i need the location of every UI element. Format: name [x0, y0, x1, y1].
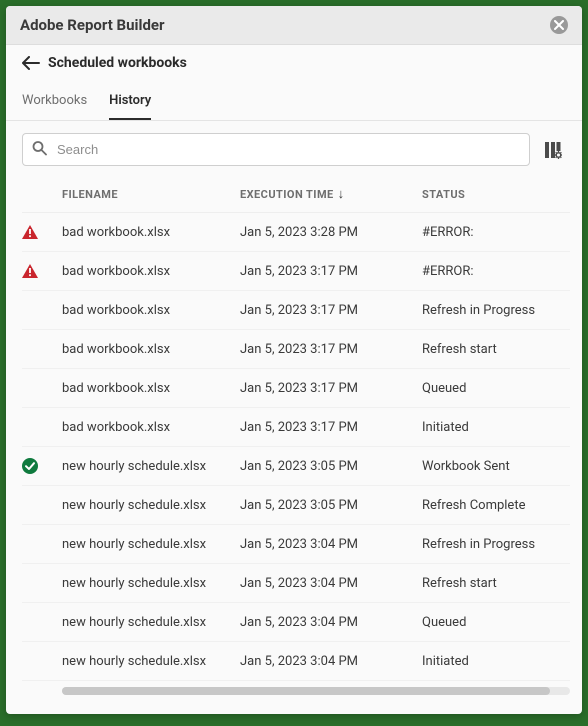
row-execution-time: Jan 5, 2023 3:17 PM — [240, 303, 422, 318]
alert-triangle-icon — [22, 264, 38, 278]
search-icon — [32, 140, 47, 159]
row-execution-time: Jan 5, 2023 3:17 PM — [240, 342, 422, 357]
row-execution-time: Jan 5, 2023 3:04 PM — [240, 576, 422, 591]
row-execution-time: Jan 5, 2023 3:17 PM — [240, 264, 422, 279]
sort-descending-icon: ↓ — [338, 186, 345, 202]
table-body: bad workbook.xlsxJan 5, 2023 3:28 PM#ERR… — [22, 213, 570, 681]
row-status-icon — [22, 264, 62, 278]
row-status: Refresh start — [422, 342, 570, 357]
row-filename: new hourly schedule.xlsx — [62, 498, 240, 513]
back-button[interactable] — [22, 56, 40, 70]
row-execution-time: Jan 5, 2023 3:04 PM — [240, 537, 422, 552]
row-filename: bad workbook.xlsx — [62, 225, 240, 240]
history-table: FILENAME EXECUTION TIME ↓ STATUS bad wor… — [6, 178, 582, 714]
row-status: Refresh start — [422, 576, 570, 591]
table-header-row: FILENAME EXECUTION TIME ↓ STATUS — [22, 178, 570, 213]
table-row[interactable]: new hourly schedule.xlsxJan 5, 2023 3:05… — [22, 486, 570, 525]
row-filename: new hourly schedule.xlsx — [62, 537, 240, 552]
horizontal-scrollbar-thumb[interactable] — [62, 687, 550, 695]
row-filename: bad workbook.xlsx — [62, 420, 240, 435]
toolbar — [6, 121, 582, 178]
row-filename: bad workbook.xlsx — [62, 381, 240, 396]
table-row[interactable]: bad workbook.xlsxJan 5, 2023 3:17 PMQueu… — [22, 369, 570, 408]
row-filename: new hourly schedule.xlsx — [62, 576, 240, 591]
search-field — [22, 133, 530, 166]
column-header-execution-time-label: EXECUTION TIME — [240, 188, 334, 201]
column-header-execution-time[interactable]: EXECUTION TIME ↓ — [240, 186, 422, 202]
row-status: Refresh in Progress — [422, 303, 570, 318]
table-row[interactable]: bad workbook.xlsxJan 5, 2023 3:17 PMRefr… — [22, 330, 570, 369]
search-input[interactable] — [22, 133, 530, 166]
checkmark-circle-icon — [22, 458, 38, 474]
arrow-left-icon — [22, 56, 40, 70]
table-row[interactable]: bad workbook.xlsxJan 5, 2023 3:17 PMRefr… — [22, 291, 570, 330]
horizontal-scrollbar[interactable] — [62, 687, 570, 695]
tabs: Workbooks History — [6, 85, 582, 121]
table-row[interactable]: bad workbook.xlsxJan 5, 2023 3:17 PM#ERR… — [22, 252, 570, 291]
row-filename: bad workbook.xlsx — [62, 342, 240, 357]
row-execution-time: Jan 5, 2023 3:04 PM — [240, 615, 422, 630]
table-row[interactable]: new hourly schedule.xlsxJan 5, 2023 3:04… — [22, 564, 570, 603]
row-filename: new hourly schedule.xlsx — [62, 654, 240, 669]
column-header-filename[interactable]: FILENAME — [62, 188, 240, 201]
close-icon — [554, 20, 564, 30]
column-settings-button[interactable] — [540, 137, 566, 163]
window-title: Adobe Report Builder — [20, 16, 165, 34]
row-status-icon — [22, 458, 62, 474]
table-row[interactable]: new hourly schedule.xlsxJan 5, 2023 3:04… — [22, 642, 570, 681]
row-status: Initiated — [422, 420, 570, 435]
row-filename: new hourly schedule.xlsx — [62, 615, 240, 630]
column-header-status[interactable]: STATUS — [422, 188, 570, 201]
row-status: #ERROR: — [422, 264, 570, 279]
titlebar: Adobe Report Builder — [6, 6, 582, 45]
table-row[interactable]: new hourly schedule.xlsxJan 5, 2023 3:05… — [22, 447, 570, 486]
tab-workbooks[interactable]: Workbooks — [22, 85, 87, 120]
row-status: Refresh Complete — [422, 498, 570, 513]
row-status: Queued — [422, 615, 570, 630]
row-filename: new hourly schedule.xlsx — [62, 459, 240, 474]
row-status: Initiated — [422, 654, 570, 669]
panel: Adobe Report Builder Scheduled workbooks… — [6, 6, 582, 714]
table-row[interactable]: bad workbook.xlsxJan 5, 2023 3:28 PM#ERR… — [22, 213, 570, 252]
row-status-icon — [22, 225, 62, 239]
table-row[interactable]: new hourly schedule.xlsxJan 5, 2023 3:04… — [22, 525, 570, 564]
row-execution-time: Jan 5, 2023 3:17 PM — [240, 381, 422, 396]
close-button[interactable] — [550, 16, 568, 34]
row-filename: bad workbook.xlsx — [62, 264, 240, 279]
row-execution-time: Jan 5, 2023 3:05 PM — [240, 498, 422, 513]
row-status: Workbook Sent — [422, 459, 570, 474]
row-execution-time: Jan 5, 2023 3:04 PM — [240, 654, 422, 669]
table-row[interactable]: bad workbook.xlsxJan 5, 2023 3:17 PMInit… — [22, 408, 570, 447]
row-status: Refresh in Progress — [422, 537, 570, 552]
column-settings-icon — [544, 141, 562, 159]
row-status: #ERROR: — [422, 225, 570, 240]
page-header: Scheduled workbooks — [6, 45, 582, 77]
alert-triangle-icon — [22, 225, 38, 239]
row-execution-time: Jan 5, 2023 3:17 PM — [240, 420, 422, 435]
row-execution-time: Jan 5, 2023 3:28 PM — [240, 225, 422, 240]
row-status: Queued — [422, 381, 570, 396]
row-filename: bad workbook.xlsx — [62, 303, 240, 318]
page-title: Scheduled workbooks — [48, 55, 187, 71]
row-execution-time: Jan 5, 2023 3:05 PM — [240, 459, 422, 474]
tab-history[interactable]: History — [109, 85, 151, 120]
table-row[interactable]: new hourly schedule.xlsxJan 5, 2023 3:04… — [22, 603, 570, 642]
